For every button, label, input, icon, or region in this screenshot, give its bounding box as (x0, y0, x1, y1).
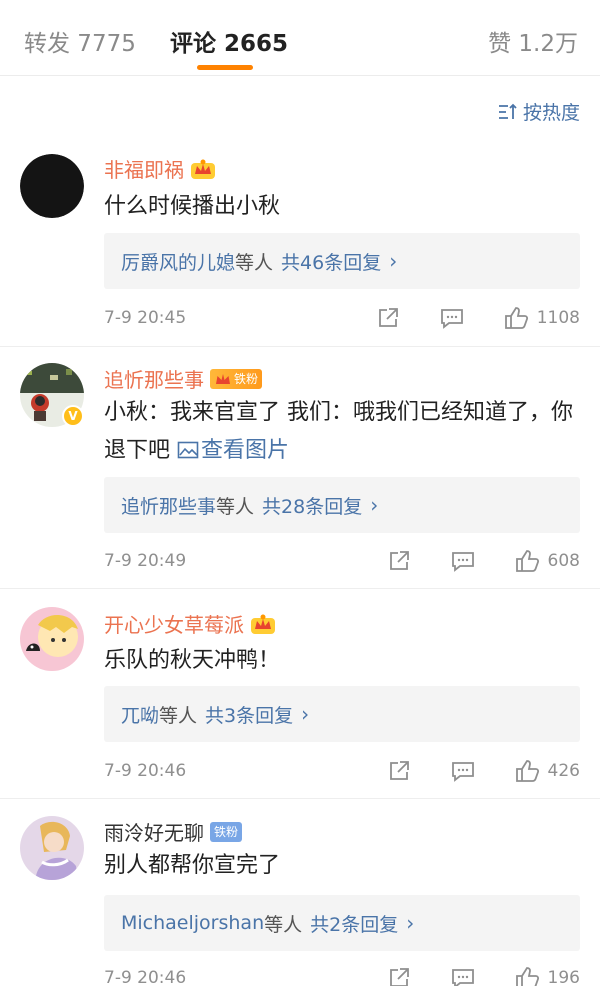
reply-names: 厉爵风的儿媳 (121, 251, 236, 274)
crown-badge-icon (251, 614, 275, 634)
reply-mid: 等人 (159, 704, 198, 727)
comment-icon (451, 762, 474, 782)
like-button[interactable]: 1108 (503, 306, 580, 330)
comment-icon (451, 552, 474, 572)
thumbs-up-icon (504, 307, 528, 329)
thumbs-up-icon (515, 760, 539, 782)
chevron-right-icon: › (301, 702, 310, 726)
thumbs-up-icon (515, 967, 539, 986)
sort-label: 按热度 (522, 102, 580, 124)
avatar[interactable] (20, 816, 84, 880)
comment-text: 小秋：我来官宣了 我们：哦我们已经知道了，你退下吧 查看图片 (104, 400, 573, 463)
reply-count: 共28条回复 (262, 495, 363, 518)
comment-item: V 追忻那些事 铁粉 小秋：我来官宣了 我们：哦我们已经知道了，你退下吧 查看图… (0, 347, 600, 589)
like-count: 1108 (536, 308, 580, 328)
reply-button[interactable] (439, 306, 465, 330)
fan-badge: 铁粉 (210, 368, 263, 389)
reply-button[interactable] (450, 759, 476, 783)
reply-button[interactable] (450, 966, 476, 986)
like-button[interactable]: 426 (514, 759, 580, 783)
like-button[interactable]: 196 (514, 966, 580, 986)
comment-timestamp: 7-9 20:46 (104, 761, 187, 781)
avatar[interactable] (20, 154, 84, 218)
sort-icon (498, 103, 517, 119)
share-button[interactable] (386, 549, 412, 573)
comment-username[interactable]: 追忻那些事 (104, 364, 204, 393)
reply-count: 共46条回复 (281, 251, 382, 274)
view-image-link[interactable]: 查看图片 (177, 438, 289, 463)
comment-timestamp: 7-9 20:46 (104, 968, 187, 986)
crown-badge-icon (216, 373, 230, 384)
like-count: 196 (547, 968, 580, 986)
share-button[interactable] (375, 306, 401, 330)
share-button[interactable] (386, 966, 412, 986)
sort-by-hot-button[interactable]: 按热度 (497, 98, 580, 125)
comment-text: 别人都帮你宣完了 (104, 853, 281, 878)
reply-count: 共2条回复 (310, 913, 399, 936)
reply-count: 共3条回复 (205, 704, 294, 727)
comment-icon (451, 969, 474, 986)
reply-names: Michaeljorshan (121, 912, 265, 934)
chevron-right-icon: › (370, 493, 379, 517)
tab-likes[interactable]: 赞 1.2万 (488, 24, 578, 58)
active-tab-indicator (197, 65, 253, 70)
comment-text: 乐队的秋天冲鸭！ (104, 648, 281, 673)
comment-item: 雨泠好无聊 铁粉 别人都帮你宣完了 Michaeljorshan 等人 共2条回… (0, 799, 600, 986)
comment-timestamp: 7-9 20:49 (104, 551, 187, 571)
fan-badge: 铁粉 (210, 821, 243, 842)
comment-username[interactable]: 开心少女草莓派 (104, 609, 244, 638)
like-button[interactable]: 608 (514, 549, 580, 573)
reply-mid: 等人 (235, 251, 274, 274)
replies-summary[interactable]: 追忻那些事 等人 共28条回复 › (104, 477, 580, 533)
share-icon (389, 551, 409, 570)
share-button[interactable] (386, 759, 412, 783)
thumbs-up-icon (515, 550, 539, 572)
reply-mid: 等人 (216, 495, 255, 518)
comment-timestamp: 7-9 20:45 (104, 308, 187, 328)
replies-summary[interactable]: 厉爵风的儿媳 等人 共46条回复 › (104, 233, 580, 289)
share-icon (389, 968, 409, 986)
like-count: 608 (547, 551, 580, 571)
reply-mid: 等人 (264, 913, 303, 936)
reply-button[interactable] (450, 549, 476, 573)
chevron-right-icon: › (389, 249, 398, 273)
crown-badge-icon (191, 159, 215, 179)
replies-summary[interactable]: 兀呦 等人 共3条回复 › (104, 686, 580, 742)
replies-summary[interactable]: Michaeljorshan 等人 共2条回复 › (104, 895, 580, 951)
comment-icon (440, 309, 463, 329)
reply-names: 兀呦 (121, 704, 160, 727)
comment-item: 开心少女草莓派 乐队的秋天冲鸭！ 兀呦 等人 共3条回复 › 7-9 20:46… (0, 589, 600, 799)
image-icon (177, 441, 199, 459)
tab-reposts[interactable]: 转发 7775 (24, 24, 136, 58)
tab-comments[interactable]: 评论 2665 (170, 24, 288, 58)
share-icon (389, 761, 409, 780)
verified-badge-icon: V (62, 405, 84, 427)
avatar[interactable] (20, 607, 84, 671)
comment-text: 什么时候播出小秋 (104, 194, 281, 219)
like-count: 426 (547, 761, 580, 781)
tab-bar: 转发 7775 评论 2665 赞 1.2万 (0, 0, 600, 76)
comment-username[interactable]: 非福即祸 (104, 154, 184, 183)
comment-username[interactable]: 雨泠好无聊 (104, 817, 204, 846)
chevron-right-icon: › (406, 911, 415, 935)
reply-names: 追忻那些事 (121, 495, 217, 518)
share-icon (378, 308, 398, 327)
comment-item: 非福即祸 什么时候播出小秋 厉爵风的儿媳 等人 共46条回复 › 7-9 20:… (0, 134, 600, 347)
